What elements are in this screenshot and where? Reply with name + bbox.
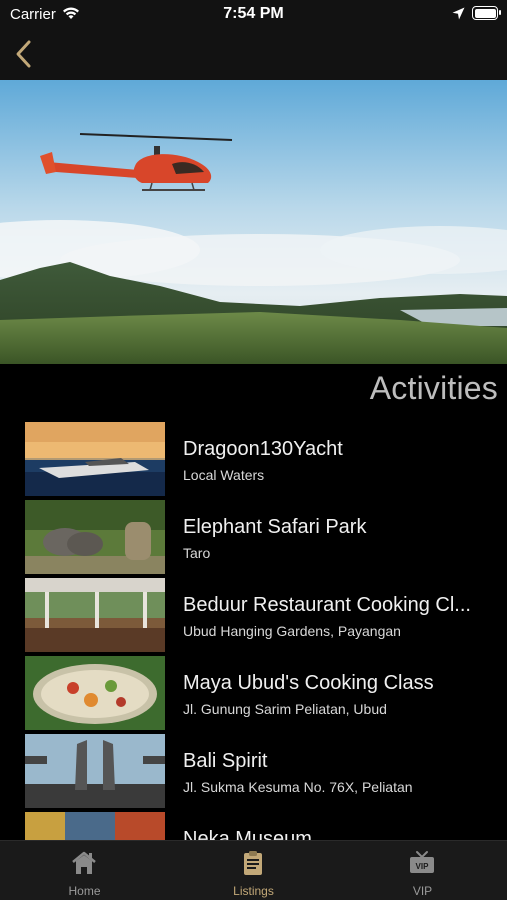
status-bar: Carrier 7:54 PM bbox=[0, 0, 507, 30]
activity-thumbnail bbox=[25, 422, 165, 496]
activity-location: Local Waters bbox=[183, 467, 265, 483]
activity-title: Neka Museum bbox=[183, 828, 312, 840]
section-title: Activities bbox=[369, 370, 498, 406]
tab-bar: Home Listings VIP VIP bbox=[0, 840, 507, 900]
activity-location: Jl. Sukma Kesuma No. 76X, Peliatan bbox=[183, 779, 413, 795]
activity-thumbnail bbox=[25, 656, 165, 730]
list-item[interactable]: Neka Museum bbox=[25, 812, 507, 840]
tab-listings[interactable]: Listings bbox=[169, 841, 338, 900]
activity-title: Bali Spirit bbox=[183, 750, 268, 772]
clock-time: 7:54 PM bbox=[223, 5, 284, 22]
list-item[interactable]: Beduur Restaurant Cooking Cl... Ubud Han… bbox=[25, 578, 507, 652]
tab-label: Home bbox=[68, 884, 101, 898]
list-item[interactable]: Dragoon130Yacht Local Waters bbox=[25, 422, 507, 496]
location-arrow-icon bbox=[452, 7, 465, 20]
activity-thumbnail bbox=[25, 578, 165, 652]
list-item[interactable]: Bali Spirit Jl. Sukma Kesuma No. 76X, Pe… bbox=[25, 734, 507, 808]
activity-title: Maya Ubud's Cooking Class bbox=[183, 672, 434, 694]
svg-text:VIP: VIP bbox=[416, 862, 430, 871]
tab-home[interactable]: Home bbox=[0, 841, 169, 900]
activity-location: Jl. Gunung Sarim Peliatan, Ubud bbox=[183, 701, 387, 717]
back-button[interactable] bbox=[10, 36, 40, 72]
activity-title: Elephant Safari Park bbox=[183, 516, 367, 538]
activities-list[interactable]: Dragoon130Yacht Local Waters Elephant Sa… bbox=[0, 422, 507, 840]
activity-title: Dragoon130Yacht bbox=[183, 438, 343, 460]
house-icon bbox=[72, 851, 96, 874]
activity-thumbnail bbox=[25, 500, 165, 574]
activity-location: Ubud Hanging Gardens, Payangan bbox=[183, 623, 401, 639]
hero-image bbox=[0, 80, 507, 364]
chevron-left-icon bbox=[16, 40, 31, 68]
navigation-bar bbox=[0, 30, 507, 80]
battery-icon bbox=[472, 6, 501, 20]
vip-tv-icon: VIP bbox=[410, 851, 434, 873]
tab-label: Listings bbox=[233, 884, 274, 898]
list-item[interactable]: Maya Ubud's Cooking Class Jl. Gunung Sar… bbox=[25, 656, 507, 730]
activity-thumbnail bbox=[25, 812, 165, 840]
tab-label: VIP bbox=[412, 884, 433, 898]
clipboard-icon bbox=[244, 851, 262, 875]
activity-title: Beduur Restaurant Cooking Cl... bbox=[183, 594, 471, 616]
activity-location: Taro bbox=[183, 545, 211, 561]
list-item[interactable]: Elephant Safari Park Taro bbox=[25, 500, 507, 574]
tab-vip[interactable]: VIP VIP bbox=[338, 841, 507, 900]
activity-thumbnail bbox=[25, 734, 165, 808]
